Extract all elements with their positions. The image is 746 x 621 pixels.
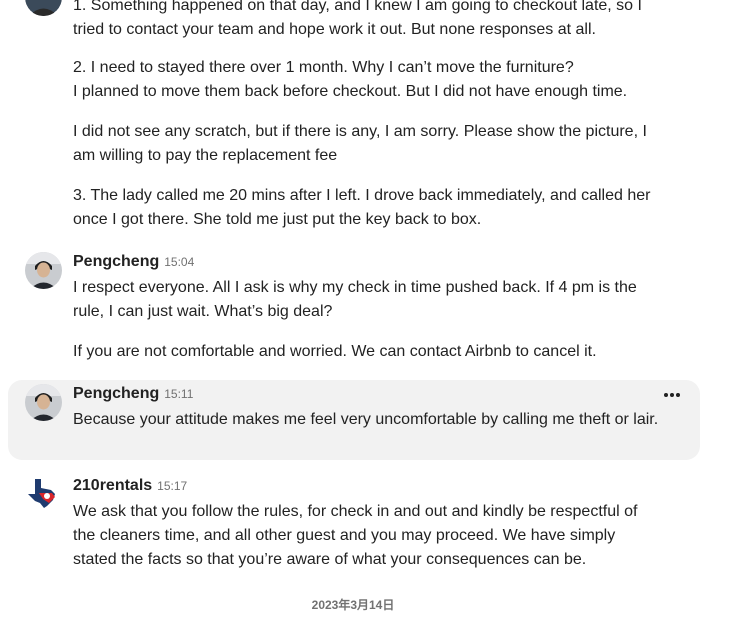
message-text: I respect everyone. All I ask is why my … bbox=[73, 279, 637, 320]
message-time: 15:04 bbox=[164, 255, 195, 269]
message-header: Pengcheng 15:11 bbox=[73, 385, 193, 403]
message-text: Because your attitude makes me feel very… bbox=[73, 411, 659, 428]
avatar[interactable] bbox=[25, 0, 62, 16]
ellipsis-icon bbox=[676, 393, 680, 397]
ellipsis-icon bbox=[670, 393, 674, 397]
message-text: We ask that you follow the rules, for ch… bbox=[73, 503, 638, 568]
message-text: If you are not comfortable and worried. … bbox=[73, 343, 597, 360]
message-text: 3. The lady called me 20 mins after I le… bbox=[73, 187, 651, 228]
message-header: 210rentals 15:17 bbox=[73, 477, 187, 495]
author-name[interactable]: 210rentals bbox=[73, 477, 152, 495]
message-time: 15:17 bbox=[157, 479, 188, 493]
date-divider: 2023年3月14日 bbox=[311, 598, 395, 612]
message-thread: 1. Something happened on that day, and I… bbox=[0, 0, 746, 621]
message-header: Pengcheng 15:04 bbox=[73, 253, 194, 271]
message-time: 15:11 bbox=[164, 387, 194, 401]
ellipsis-icon bbox=[664, 393, 668, 397]
message-text: 2. I need to stayed there over 1 month. … bbox=[73, 59, 628, 100]
avatar[interactable] bbox=[25, 252, 62, 289]
message-text: 1. Something happened on that day, and I… bbox=[73, 0, 642, 38]
avatar[interactable] bbox=[25, 384, 62, 421]
avatar[interactable] bbox=[25, 475, 62, 512]
author-name[interactable]: Pengcheng bbox=[73, 385, 159, 403]
more-options-button[interactable] bbox=[662, 387, 682, 403]
message-text: I did not see any scratch, but if there … bbox=[73, 123, 647, 164]
author-name[interactable]: Pengcheng bbox=[73, 253, 159, 271]
texas-logo-icon bbox=[25, 475, 62, 512]
